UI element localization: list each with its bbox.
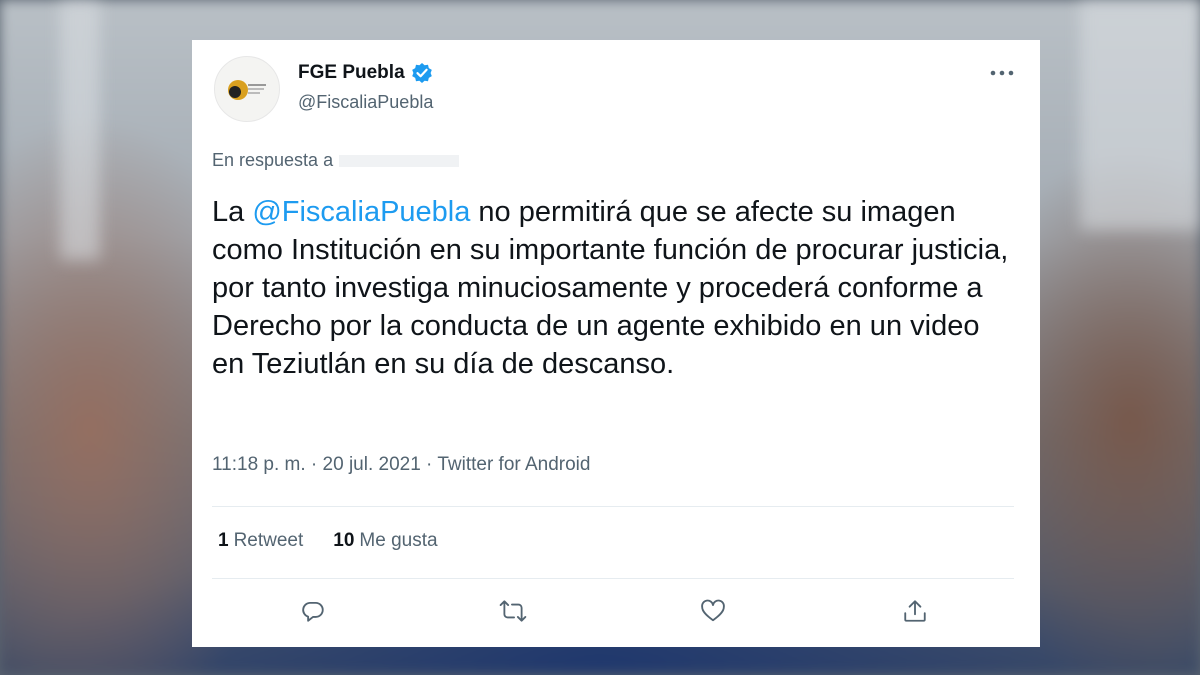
retweets-label: Retweet bbox=[233, 530, 304, 551]
author-name[interactable]: FGE Puebla bbox=[298, 62, 405, 84]
share-button[interactable] bbox=[900, 596, 930, 626]
like-button[interactable] bbox=[698, 596, 728, 626]
tweet-metadata[interactable]: 11:18 p. m. · 20 jul. 2021 · Twitter for… bbox=[212, 454, 590, 476]
likes-stat[interactable]: 10 Me gusta bbox=[333, 530, 437, 552]
share-icon bbox=[904, 600, 926, 622]
divider bbox=[212, 506, 1014, 507]
heart-icon bbox=[701, 599, 725, 622]
retweets-count: 1 bbox=[218, 530, 229, 551]
fiscalia-logo-icon bbox=[228, 80, 266, 100]
reply-icon bbox=[302, 601, 324, 622]
author-name-row[interactable]: FGE Puebla bbox=[298, 62, 433, 84]
likes-count: 10 bbox=[333, 530, 355, 551]
reply-context: En respuesta a bbox=[212, 150, 460, 171]
avatar[interactable] bbox=[214, 56, 280, 122]
redacted-reply-target bbox=[339, 155, 460, 168]
reply-button[interactable] bbox=[298, 596, 328, 626]
tweet-text: La @FiscaliaPuebla no permitirá que se a… bbox=[212, 193, 1012, 383]
tweet-text-start: La bbox=[212, 196, 253, 228]
engagement-stats: 1 Retweet 10 Me gusta bbox=[218, 530, 438, 552]
more-horizontal-icon bbox=[990, 70, 1014, 76]
mention-link[interactable]: @FiscaliaPuebla bbox=[252, 196, 470, 228]
author-handle[interactable]: @FiscaliaPuebla bbox=[298, 92, 433, 113]
retweet-button[interactable] bbox=[498, 596, 528, 626]
retweet-icon bbox=[499, 600, 527, 622]
likes-label: Me gusta bbox=[359, 530, 438, 551]
divider bbox=[212, 578, 1014, 579]
tweet-card: FGE Puebla @FiscaliaPuebla En respuesta … bbox=[192, 40, 1040, 647]
background-window-bar bbox=[60, 0, 100, 260]
retweets-stat[interactable]: 1 Retweet bbox=[218, 530, 303, 552]
more-options-button[interactable] bbox=[988, 62, 1016, 84]
reply-prefix: En respuesta a bbox=[212, 150, 334, 170]
background-window-panel bbox=[1080, 0, 1200, 230]
verified-badge-icon bbox=[411, 62, 433, 84]
